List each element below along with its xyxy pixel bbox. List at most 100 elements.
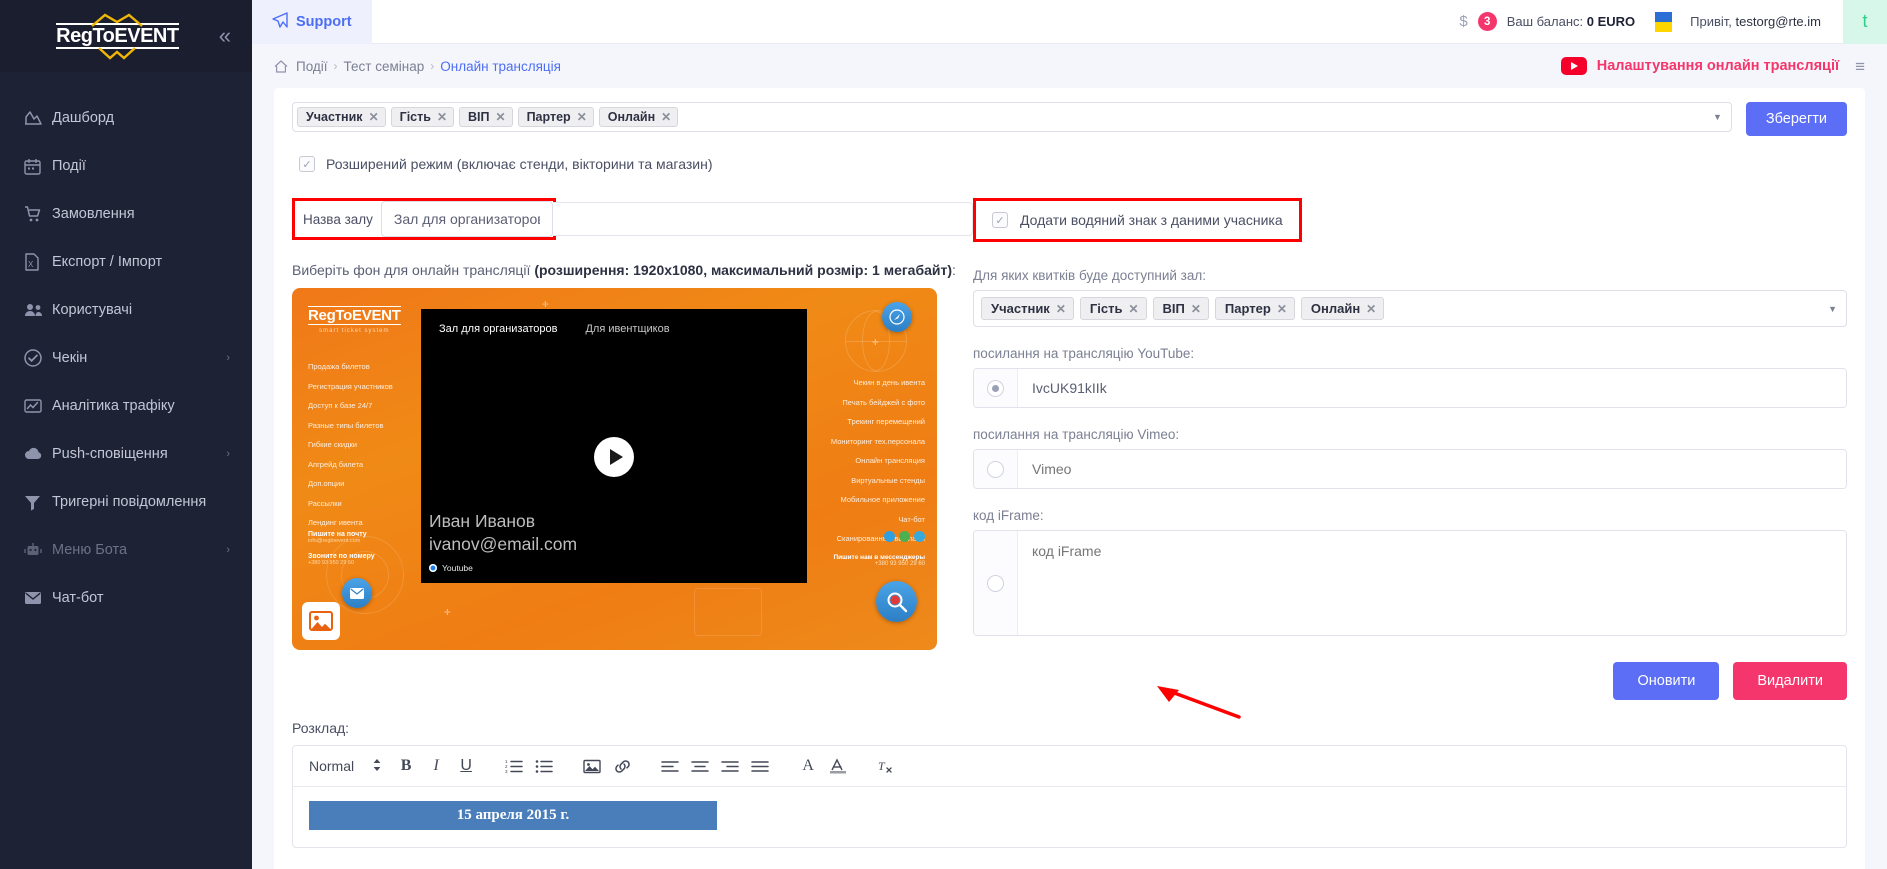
close-x-icon[interactable]: ✕	[369, 110, 379, 124]
align-left-icon[interactable]	[660, 755, 680, 777]
align-right-icon[interactable]	[720, 755, 740, 777]
radio-dot-icon	[429, 564, 437, 572]
highlight-color-icon[interactable]	[828, 755, 848, 777]
youtube-radio[interactable]	[987, 379, 1004, 397]
watermark-checkbox[interactable]: ✓	[992, 212, 1008, 228]
search-magnifier-icon[interactable]	[876, 581, 917, 622]
avatar[interactable]: t	[1843, 0, 1887, 44]
support-button[interactable]: Support	[252, 0, 372, 44]
breadcrumb-item-events[interactable]: Події	[296, 59, 328, 74]
sidebar-item-chat-bot[interactable]: Чат-бот	[0, 574, 252, 622]
top-ticket-select[interactable]: Участник ✕ Гість ✕ ВІП ✕ Партер ✕ Онлайн ✕ ▼	[292, 102, 1732, 132]
delete-button[interactable]: Видалити	[1733, 662, 1847, 700]
close-x-icon[interactable]: ✕	[437, 110, 447, 124]
preview-contact-value: info@regtoevent.com	[308, 538, 361, 544]
online-stream-settings-button[interactable]: Налаштування онлайн трансляції	[1560, 57, 1839, 75]
close-x-icon[interactable]: ✕	[1277, 302, 1287, 316]
align-center-icon[interactable]	[690, 755, 710, 777]
preview-tab-other[interactable]: Для ивентщиков	[585, 323, 669, 335]
vimeo-input[interactable]	[1018, 450, 1846, 488]
image-upload-icon[interactable]	[302, 602, 340, 640]
sidebar-item-bot-menu[interactable]: Меню Бота ›	[0, 526, 252, 574]
breadcrumb-item-seminar[interactable]: Тест семінар	[344, 59, 425, 74]
dollar-icon[interactable]: $	[1459, 13, 1467, 30]
close-x-icon[interactable]: ✕	[661, 110, 671, 124]
link-icon[interactable]	[612, 755, 632, 777]
preview-contact-right: Пишите нам в мессенджеры +380 93 950 29 …	[833, 554, 925, 567]
align-justify-icon[interactable]	[750, 755, 770, 777]
ticket-tag[interactable]: Участник ✕	[981, 297, 1074, 320]
funnel-icon	[24, 494, 52, 511]
compass-icon[interactable]	[882, 302, 912, 332]
bullet-list-icon[interactable]	[534, 755, 554, 777]
close-x-icon[interactable]: ✕	[1366, 302, 1376, 316]
background-preview[interactable]: ✛ ✛ ✛ RegToEVENT smart ticket system Про…	[292, 288, 937, 650]
tickets-select[interactable]: Участник ✕ Гість ✕ ВІП ✕ Партер ✕ Онлайн ✕ ▼	[973, 290, 1847, 327]
breadcrumb-item-online-stream[interactable]: Онлайн трансляція	[440, 59, 561, 74]
underline-icon[interactable]: U	[456, 755, 476, 777]
preview-video-window[interactable]: Зал для организаторов Для ивентщиков Ива…	[421, 309, 807, 583]
preview-menu-item: Регистрация участников	[308, 381, 393, 391]
ticket-tag[interactable]: Гість ✕	[390, 107, 455, 127]
vimeo-radio[interactable]	[987, 460, 1004, 478]
sparkle-icon: ✛	[444, 608, 451, 617]
text-color-icon[interactable]: A	[798, 755, 818, 777]
close-x-icon[interactable]: ✕	[1056, 302, 1066, 316]
preview-tab-active[interactable]: Зал для организаторов	[439, 323, 557, 335]
sidebar-item-traffic-analytics[interactable]: Аналітика трафіку	[0, 382, 252, 430]
notification-badge[interactable]: 3	[1477, 12, 1497, 31]
ticket-tag[interactable]: Онлайн ✕	[598, 107, 679, 127]
app-logo[interactable]: RegToEVENT	[56, 13, 179, 60]
image-icon[interactable]	[582, 755, 602, 777]
sidebar-item-orders[interactable]: Замовлення	[0, 190, 252, 238]
ticket-tag[interactable]: Участник ✕	[297, 107, 386, 127]
play-icon[interactable]	[594, 436, 634, 477]
close-x-icon[interactable]: ✕	[577, 110, 587, 124]
editor-content[interactable]: 15 апреля 2015 г.	[293, 787, 1846, 847]
format-select[interactable]: Normal	[305, 758, 382, 775]
ticket-tag[interactable]: Онлайн ✕	[1300, 297, 1385, 320]
ticket-tag[interactable]: Гість ✕	[1079, 297, 1147, 320]
ticket-tag[interactable]: ВІП ✕	[459, 107, 513, 127]
chevron-down-icon[interactable]: ▼	[1713, 112, 1722, 122]
sidebar-item-dashboard[interactable]: Дашборд	[0, 94, 252, 142]
bold-icon[interactable]: B	[396, 755, 416, 777]
sidebar-item-label: Чекін	[52, 350, 88, 366]
preview-source-radio[interactable]: Youtube	[429, 563, 577, 573]
preview-contact-value: +380 93 950 29 60	[874, 561, 925, 567]
sidebar-item-events[interactable]: Події	[0, 142, 252, 190]
youtube-input[interactable]	[1018, 369, 1846, 407]
sidebar-item-export-import[interactable]: X Експорт / Імпорт	[0, 238, 252, 286]
sidebar-item-users[interactable]: Користувачі	[0, 286, 252, 334]
envelope-icon[interactable]	[342, 578, 372, 608]
hamburger-icon[interactable]: ≡	[1855, 58, 1865, 75]
hall-name-input[interactable]	[380, 201, 553, 237]
close-x-icon[interactable]: ✕	[1128, 302, 1138, 316]
iframe-radio[interactable]	[987, 574, 1004, 592]
sidebar-item-label: Тригерні повідомлення	[52, 494, 207, 510]
ticket-tag[interactable]: Партер ✕	[1214, 297, 1295, 320]
preview-menu-item: Мобильное приложение	[840, 495, 926, 504]
italic-icon[interactable]: I	[426, 755, 446, 777]
ticket-tag[interactable]: ВІП ✕	[1152, 297, 1209, 320]
save-button[interactable]: Зберегти	[1745, 102, 1847, 136]
clear-group: T	[862, 755, 910, 777]
sidebar-collapse-icon[interactable]: «	[219, 25, 232, 47]
ticket-tag-label: Онлайн	[1310, 301, 1361, 316]
close-x-icon[interactable]: ✕	[496, 110, 506, 124]
close-x-icon[interactable]: ✕	[1191, 302, 1201, 316]
home-icon[interactable]	[274, 59, 288, 73]
ticket-tag[interactable]: Партер ✕	[517, 107, 594, 127]
sidebar-item-push-notifications[interactable]: Push-сповіщення ›	[0, 430, 252, 478]
preview-menu-item: Гибкие скидки	[308, 440, 357, 449]
chevron-down-icon[interactable]: ▼	[1828, 304, 1837, 314]
update-button[interactable]: Оновити	[1613, 662, 1720, 700]
sidebar-item-label: Замовлення	[52, 206, 135, 222]
extended-mode-checkbox[interactable]: ✓	[299, 156, 315, 172]
iframe-textarea[interactable]	[1018, 531, 1846, 635]
paper-plane-icon	[272, 11, 288, 32]
sidebar-item-checkin[interactable]: Чекін ›	[0, 334, 252, 382]
sidebar-item-trigger-messages[interactable]: Тригерні повідомлення	[0, 478, 252, 526]
ordered-list-icon[interactable]: 123	[504, 755, 524, 777]
clear-format-icon[interactable]: T	[876, 755, 896, 777]
